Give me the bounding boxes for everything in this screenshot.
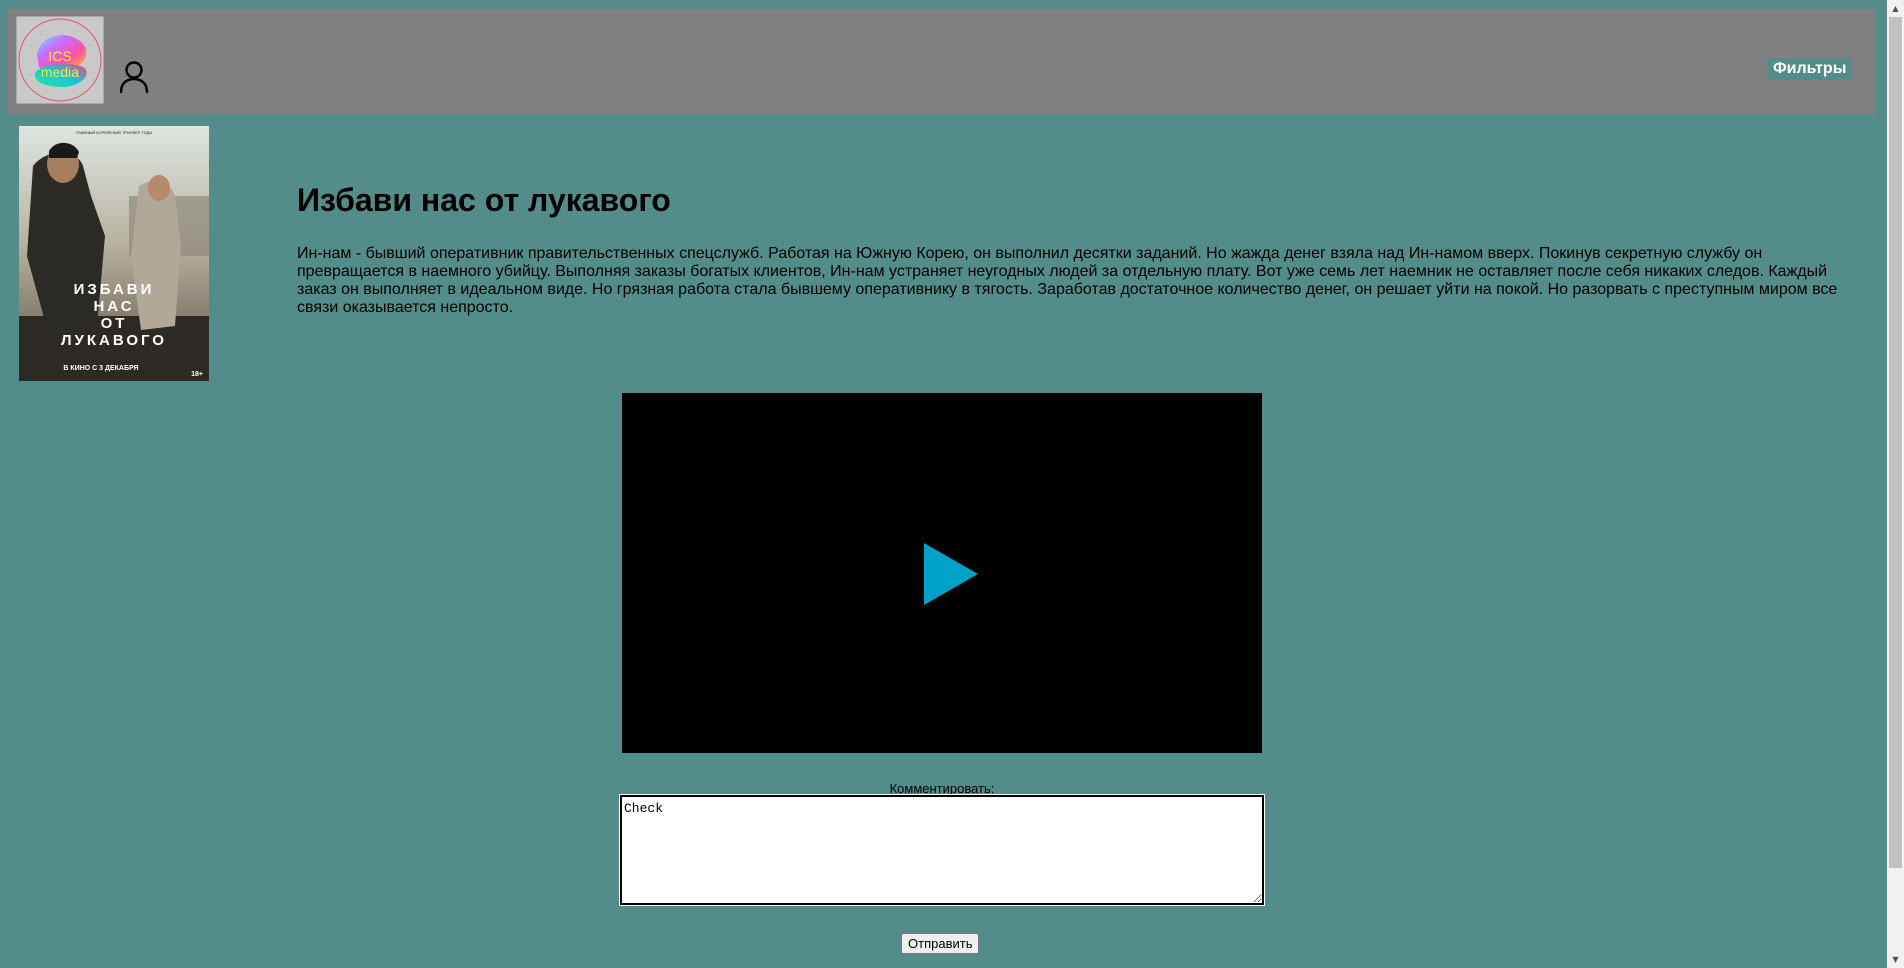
filters-button[interactable]: Фильтры xyxy=(1767,58,1853,80)
site-header: ICS media Фильтры xyxy=(8,9,1876,114)
movie-title: Избави нас от лукавого xyxy=(297,182,671,218)
comment-label: Комментировать: xyxy=(889,781,995,796)
scroll-down-arrow-icon[interactable]: ▼ xyxy=(1887,951,1904,968)
poster-top-text: ГЛАВНЫЙ КОРЕЙСКИЙ ТРИЛЛЕР ГОДА xyxy=(76,130,152,135)
scroll-thumb[interactable] xyxy=(1889,17,1902,868)
poster-title-line-1: ИЗБАВИ xyxy=(74,281,155,298)
user-icon[interactable] xyxy=(118,59,150,95)
vertical-scrollbar[interactable]: ▲ ▼ xyxy=(1887,0,1904,968)
logo-text-ics: ICS xyxy=(48,48,71,64)
logo-graphic: ICS media xyxy=(18,18,102,102)
poster-age-rating: 18+ xyxy=(191,371,203,378)
site-logo[interactable]: ICS media xyxy=(16,16,104,104)
poster-title-line-4: ЛУКАВОГО xyxy=(61,332,167,349)
logo-text-media: media xyxy=(41,64,79,80)
poster-title-line-2: НАС xyxy=(93,298,134,315)
scroll-up-arrow-icon[interactable]: ▲ xyxy=(1887,0,1904,17)
submit-button[interactable]: Отправить xyxy=(901,933,980,954)
comment-textarea[interactable]: Check xyxy=(619,794,1265,906)
movie-description: Ин-нам - бывший оперативник правительств… xyxy=(297,245,1838,316)
play-icon[interactable] xyxy=(924,543,978,610)
video-player[interactable] xyxy=(622,393,1262,753)
movie-poster: ГЛАВНЫЙ КОРЕЙСКИЙ ТРИЛЛЕР ГОДА ИЗБАВИ НА… xyxy=(19,126,209,381)
poster-release-text: В КИНО С 3 ДЕКАБРЯ xyxy=(63,365,138,372)
poster-title-line-3: ОТ xyxy=(101,315,128,332)
